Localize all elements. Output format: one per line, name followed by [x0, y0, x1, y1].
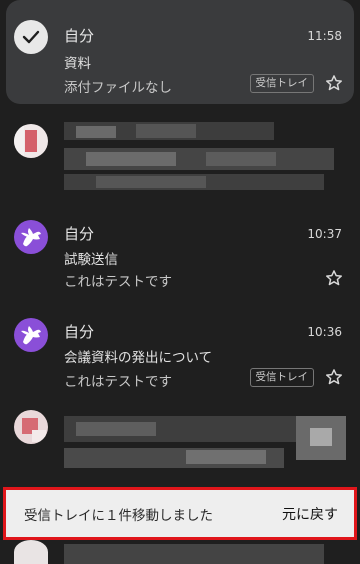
mail-item[interactable]: 自分 10:36 会議資料の発出について これはテストです 受信トレイ [6, 308, 354, 400]
redacted-block [186, 450, 266, 464]
snackbar-message: 受信トレイに１件移動しました [24, 507, 213, 524]
star-icon[interactable] [324, 367, 344, 387]
redacted-block [86, 152, 176, 166]
redacted-block [206, 152, 276, 166]
mail-item-redacted[interactable] [6, 112, 354, 202]
redacted-block [76, 126, 116, 138]
star-icon[interactable] [324, 73, 344, 93]
redacted-block [310, 428, 332, 446]
undo-button[interactable]: 元に戻す [282, 504, 338, 524]
mail-snippet: 添付ファイルなし [64, 80, 172, 96]
redacted-block [14, 540, 48, 564]
mail-item[interactable]: 自分 10:37 試験送信 これはテストです [6, 210, 354, 302]
label-chip-inbox: 受信トレイ [249, 368, 314, 387]
avatar [14, 124, 48, 158]
mail-snippet: これはテストです [64, 374, 172, 390]
mail-snippet: これはテストです [64, 274, 172, 290]
mail-time: 11:58 [307, 29, 342, 43]
redacted-block [64, 544, 324, 564]
gmail-inbox-screen: 自分 11:58 資料 添付ファイルなし 受信トレイ 自分 10:37 試験送信… [0, 0, 360, 564]
mail-subject: 資料 [64, 56, 91, 72]
mail-time: 10:37 [307, 227, 342, 241]
snackbar: 受信トレイに１件移動しました 元に戻す [3, 487, 357, 540]
mail-sender: 自分 [64, 323, 95, 341]
redacted-block [96, 176, 206, 188]
mail-subject: 試験送信 [64, 252, 118, 268]
avatar [14, 410, 48, 444]
mail-item-redacted[interactable] [6, 404, 354, 484]
mail-subject: 会議資料の発出について [64, 350, 213, 366]
redacted-block [136, 124, 196, 138]
mail-time: 10:36 [307, 325, 342, 339]
label-chip-inbox: 受信トレイ [249, 74, 314, 93]
star-icon[interactable] [324, 268, 344, 288]
mail-sender: 自分 [64, 27, 95, 45]
pegasus-icon [14, 220, 48, 254]
redacted-block [76, 422, 156, 436]
check-icon[interactable] [14, 20, 48, 54]
mail-sender: 自分 [64, 225, 95, 243]
mail-item-selected[interactable]: 自分 11:58 資料 添付ファイルなし 受信トレイ [6, 0, 354, 104]
pegasus-icon [14, 318, 48, 352]
